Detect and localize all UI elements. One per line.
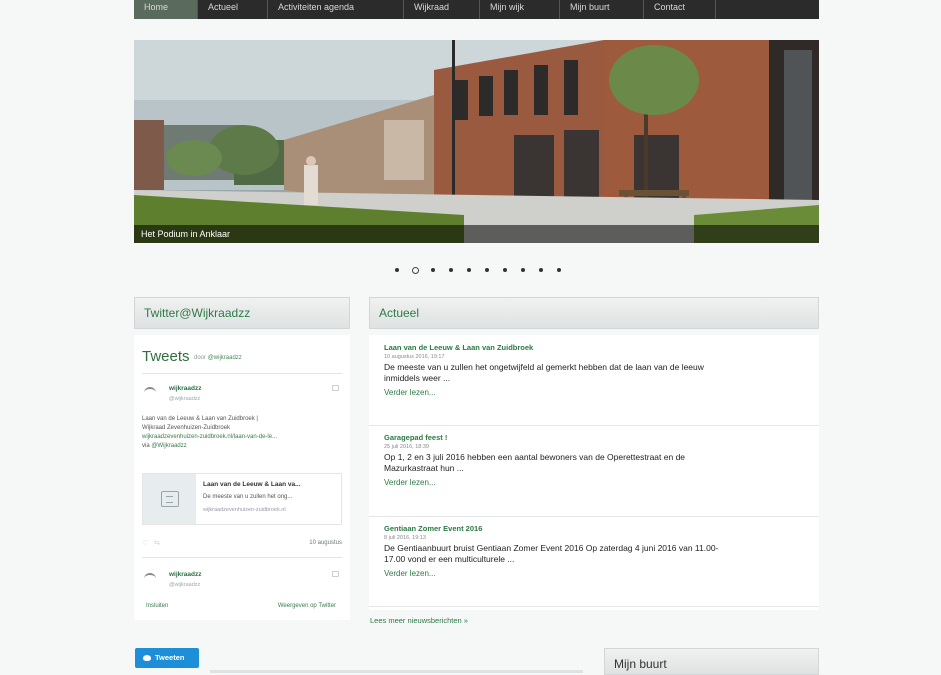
nav-item-activiteiten-agenda[interactable]: Activiteiten agenda (268, 0, 404, 19)
news-text: De Gentiaanbuurt bruist Gentiaan Zomer E… (384, 543, 719, 564)
tweets-title: Tweets (142, 348, 190, 365)
nav-item-mijn-buurt[interactable]: Mijn buurt (560, 0, 644, 19)
embed-link[interactable]: Insluiten (146, 603, 168, 609)
hero-slideshow[interactable]: Het Podium in Anklaar (134, 40, 819, 243)
avatar-icon[interactable] (144, 573, 156, 579)
tweet-button[interactable]: Tweeten (135, 648, 199, 668)
tweet-card-description: De meeste van u zullen het ong... (203, 494, 293, 500)
tweets-by: door @wijkraadzz (194, 355, 242, 361)
slide-dot[interactable] (532, 264, 550, 276)
divider (210, 670, 583, 673)
divider (142, 373, 342, 374)
tweet-date[interactable]: 10 augustus (309, 540, 342, 546)
nav-item-actueel[interactable]: Actueel (198, 0, 268, 19)
nav-item-home[interactable]: Home (134, 0, 198, 19)
news-item: Laan van de Leeuw & Laan van Zuidbroek 1… (384, 343, 814, 397)
slide-dot-active[interactable] (406, 264, 424, 276)
tweet-card-url: wijkraadzevenhuizen-zuidbroek.nl (203, 507, 286, 513)
tweet-button-label: Tweeten (155, 653, 185, 662)
view-on-twitter-link[interactable]: Weergeven op Twitter (278, 603, 336, 609)
news-title[interactable]: Garagepad feest ! (384, 433, 814, 442)
divider (369, 425, 819, 426)
slide-dot[interactable] (514, 264, 532, 276)
news-text: Op 1, 2 en 3 juli 2016 hebben een aantal… (384, 452, 686, 473)
read-more-link[interactable]: Verder lezen... (384, 388, 814, 397)
slide-dot[interactable] (388, 264, 406, 276)
divider (369, 516, 819, 517)
slide-dot[interactable] (442, 264, 460, 276)
tweet-via-handle[interactable]: @Wijkraadzz (151, 443, 186, 449)
twitter-bird-icon[interactable] (332, 385, 339, 391)
tweet-author-handle[interactable]: @wijkraadzz (169, 396, 200, 402)
tweet-text: Laan van de Leeuw & Laan van Zuidbroek |… (142, 415, 338, 451)
news-list: Laan van de Leeuw & Laan van Zuidbroek 1… (369, 335, 819, 610)
tweet-link[interactable]: wijkraadzevenhuizen-zuidbroek.nl/laan-va… (142, 433, 338, 442)
read-more-link[interactable]: Verder lezen... (384, 569, 814, 578)
nav-item-contact[interactable]: Contact (644, 0, 716, 19)
page: Home Actueel Activiteiten agenda Wijkraa… (0, 0, 941, 675)
hero-caption: Het Podium in Anklaar (134, 225, 819, 243)
tweet-link-card[interactable]: Laan van de Leeuw & Laan va... De meeste… (142, 473, 342, 525)
hero-photo (134, 40, 819, 243)
tweet-author-handle[interactable]: @wijkraadzz (169, 582, 200, 588)
slide-dot[interactable] (424, 264, 442, 276)
avatar-icon[interactable] (144, 387, 156, 393)
mijn-buurt-panel-title: Mijn buurt (604, 648, 819, 675)
slide-dot[interactable] (550, 264, 568, 276)
news-date: 10 augustus 2016, 19:17 (384, 354, 445, 360)
twitter-bird-icon (143, 655, 151, 662)
more-news-link[interactable]: Lees meer nieuwsberichten » (370, 616, 468, 625)
divider (142, 557, 342, 558)
tweet-card-title: Laan van de Leeuw & Laan va... (203, 481, 301, 488)
tweet-text-line1: Laan van de Leeuw & Laan van Zuidbroek | (142, 416, 258, 422)
twitter-bird-icon[interactable] (332, 571, 339, 577)
news-date: 8 juli 2016, 19:13 (384, 535, 426, 541)
tweet-author-name[interactable]: wijkraadzz (169, 385, 202, 392)
news-date: 25 juli 2016, 18:39 (384, 444, 429, 450)
article-icon (143, 474, 196, 524)
read-more-link[interactable]: Verder lezen... (384, 478, 814, 487)
slide-dot[interactable] (496, 264, 514, 276)
slide-dot[interactable] (460, 264, 478, 276)
divider (369, 606, 819, 607)
news-title[interactable]: Gentiaan Zomer Event 2016 (384, 524, 814, 533)
tweets-by-handle[interactable]: @wijkraadzz (208, 355, 242, 361)
nav-item-mijn-wijk[interactable]: Mijn wijk (480, 0, 560, 19)
tweet-actions[interactable]: ♡ ⇆ (142, 539, 160, 547)
tweet-text-line2: Wijkraad Zevenhuizen-Zuidbroek (142, 425, 231, 431)
news-item: Garagepad feest ! 25 juli 2016, 18:39 Op… (384, 433, 814, 487)
slide-dot[interactable] (478, 264, 496, 276)
twitter-panel-title: Twitter@Wijkraadzz (134, 297, 350, 329)
news-text: De meeste van u zullen het ongetwijfeld … (384, 362, 704, 383)
tweets-by-prefix: door (194, 355, 207, 361)
news-item: Gentiaan Zomer Event 2016 8 juli 2016, 1… (384, 524, 814, 578)
news-title[interactable]: Laan van de Leeuw & Laan van Zuidbroek (384, 343, 814, 352)
top-navigation: Home Actueel Activiteiten agenda Wijkraa… (134, 0, 819, 19)
slideshow-pager (388, 264, 568, 276)
nav-item-wijkraad[interactable]: Wijkraad (404, 0, 480, 19)
news-panel-title: Actueel (369, 297, 819, 329)
tweet-author-name[interactable]: wijkraadzz (169, 571, 202, 578)
twitter-widget: Tweets door @wijkraadzz wijkraadzz @wijk… (134, 335, 350, 620)
tweet-via-prefix: via (142, 443, 150, 449)
